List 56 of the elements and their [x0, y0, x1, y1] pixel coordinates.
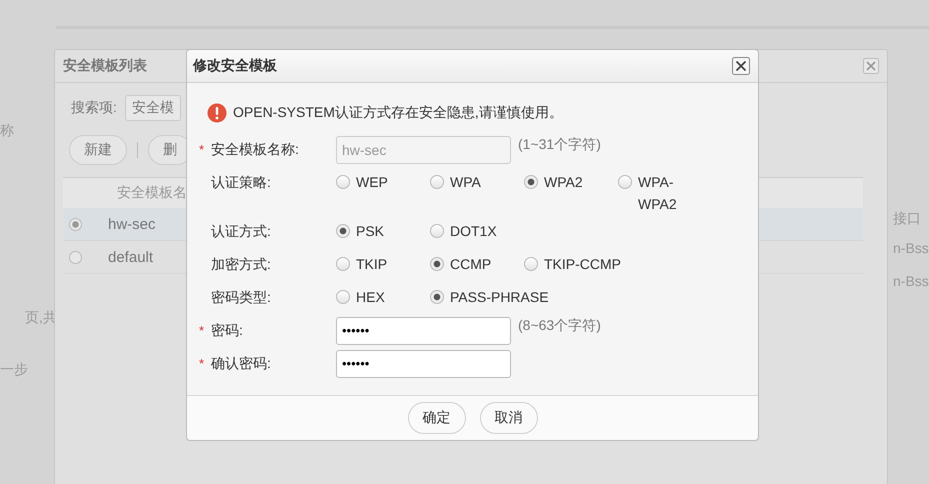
dialog-title: 修改安全模板	[193, 57, 277, 75]
background-text: 称	[0, 122, 14, 140]
required-mark: *	[199, 356, 204, 371]
search-label: 搜索项:	[71, 99, 117, 117]
input-field[interactable]: ••••••	[336, 316, 511, 344]
field-label: 加密方式:	[211, 256, 272, 274]
radio-label[interactable]: PSK	[356, 220, 384, 242]
input-field[interactable]: ••••••	[336, 350, 511, 378]
radio-label[interactable]: WPA2	[544, 171, 583, 193]
field-label: 确认密码:	[211, 354, 272, 372]
field-label: 安全模板名称:	[211, 140, 300, 158]
required-mark: *	[199, 323, 204, 338]
background-text: n-Bss	[893, 273, 929, 289]
field-label: 认证方式:	[211, 223, 272, 241]
warning-message: OPEN-SYSTEM认证方式存在安全隐患,请谨慎使用。	[233, 104, 563, 122]
background-text: n-Bss	[893, 240, 929, 256]
dialog-button[interactable]: 取消	[480, 402, 538, 434]
radio-label[interactable]: WEP	[356, 171, 388, 193]
table-cell: default	[108, 248, 154, 266]
table-cell: hw-sec	[108, 216, 156, 232]
search-field[interactable]: 安全模	[124, 95, 181, 121]
column-header: 安全模板名	[117, 184, 187, 202]
radio-label[interactable]: WPA-WPA2	[638, 171, 681, 215]
radio-button[interactable]	[524, 175, 538, 189]
dialog-button[interactable]: 确定	[408, 402, 466, 434]
radio-label[interactable]: DOT1X	[450, 220, 497, 242]
radio-label[interactable]: TKIP-CCMP	[544, 253, 621, 275]
required-mark: *	[199, 142, 204, 157]
radio-button[interactable]	[336, 175, 350, 189]
radio-button[interactable]	[336, 224, 350, 238]
field-label: 密码:	[211, 322, 244, 340]
radio-button[interactable]	[336, 290, 350, 304]
field-label: 密码类型:	[211, 289, 272, 307]
radio-button[interactable]	[524, 257, 538, 271]
dialog-title: 安全模板列表	[63, 57, 147, 75]
radio-button[interactable]	[69, 218, 82, 230]
warning-icon	[207, 103, 227, 123]
radio-label[interactable]: CCMP	[450, 253, 492, 275]
radio-button[interactable]	[430, 257, 444, 271]
radio-button[interactable]	[430, 290, 444, 304]
radio-label[interactable]: HEX	[356, 286, 385, 308]
close-icon[interactable]	[732, 57, 750, 75]
background-text: 一步	[0, 361, 28, 379]
radio-button[interactable]	[336, 257, 350, 271]
field-label: 认证策略:	[211, 174, 272, 192]
radio-button[interactable]	[430, 175, 444, 189]
radio-button[interactable]	[69, 250, 82, 264]
background-text: 接口	[893, 210, 921, 228]
hint-text: (1~31个字符)	[518, 136, 601, 154]
radio-button[interactable]	[618, 175, 632, 189]
radio-label[interactable]: WPA	[450, 171, 481, 193]
radio-label[interactable]: PASS-PHRASE	[450, 286, 549, 308]
radio-label[interactable]: TKIP	[356, 253, 388, 275]
hint-text: (8~63个字符)	[518, 317, 601, 335]
radio-button[interactable]	[430, 224, 444, 238]
toolbar-button[interactable]: 新建	[69, 135, 127, 165]
